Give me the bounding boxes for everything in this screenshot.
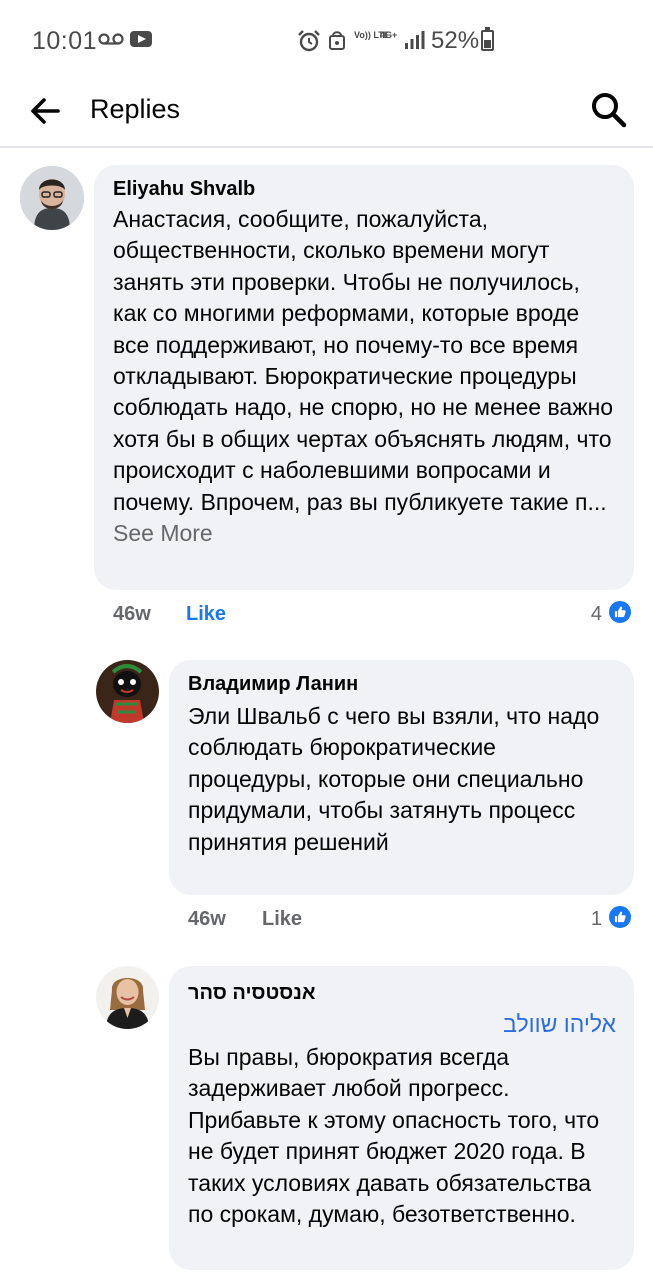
comment-author[interactable]: Владимир Ланин <box>188 673 358 696</box>
like-count[interactable]: 4 <box>572 603 602 626</box>
status-bar: 10:01 Vo)) LTE 4G+ 52% <box>0 0 653 82</box>
alarm-icon <box>298 30 320 52</box>
status-time: 10:01 <box>32 27 98 55</box>
avatar[interactable] <box>96 660 159 723</box>
comment-text: Эли Швальб с чего вы взяли, что надо соб… <box>188 703 600 855</box>
page-title: Replies <box>90 94 181 124</box>
avatar[interactable] <box>96 966 159 1029</box>
comment-text: Анастасия, сообщите, пожалуйста, обществ… <box>113 204 618 549</box>
shopping-bag-icon <box>329 31 345 50</box>
person-icon <box>20 166 84 230</box>
comment-author[interactable]: אנסטסיה סהר <box>188 982 315 1005</box>
header-bar: Replies <box>0 82 653 148</box>
like-count[interactable]: 1 <box>572 908 602 931</box>
youtube-icon <box>130 31 152 47</box>
voicemail-icon <box>98 33 124 45</box>
person-icon <box>96 966 159 1029</box>
battery-icon <box>481 27 494 51</box>
like-button[interactable]: Like <box>186 603 226 626</box>
like-button[interactable]: Like <box>262 908 302 931</box>
thumbs-up-icon[interactable] <box>607 599 633 625</box>
comment-time[interactable]: 46w <box>188 908 226 931</box>
battery-percent: 52% <box>431 27 480 54</box>
comment-body: Анастасия, сообщите, пожалуйста, обществ… <box>113 206 614 515</box>
mention-link[interactable]: אליהו שוולב <box>488 1011 616 1038</box>
see-more-link[interactable]: See More <box>113 520 213 546</box>
search-icon[interactable] <box>590 91 628 129</box>
doll-avatar-icon <box>96 660 159 723</box>
comment-text: Вы правы, бюрократия всегда задерживает … <box>188 1044 600 1228</box>
comment-author[interactable]: Eliyahu Shvalb <box>113 178 255 201</box>
network-type-indicator: 4G+ <box>380 30 398 40</box>
back-arrow-icon[interactable] <box>28 94 62 128</box>
avatar[interactable] <box>20 166 84 230</box>
thumbs-up-icon[interactable] <box>607 904 633 930</box>
comment-time[interactable]: 46w <box>113 603 151 626</box>
signal-icon <box>405 31 425 49</box>
